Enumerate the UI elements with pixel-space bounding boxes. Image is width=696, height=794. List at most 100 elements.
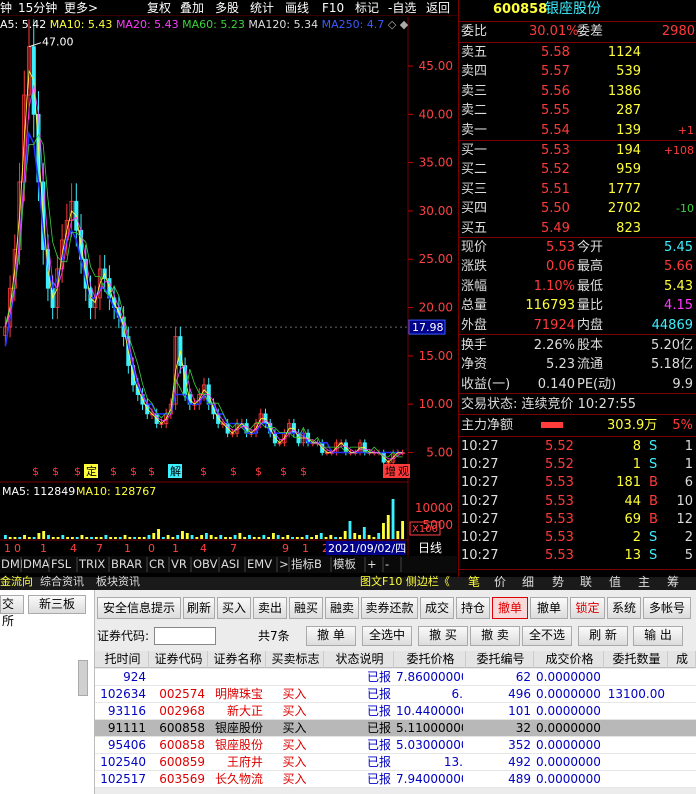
indicator-tab[interactable]: > — [279, 557, 289, 571]
indicator-tab[interactable]: EMV — [247, 557, 272, 571]
trade-toolbar-button[interactable]: 多帐号 — [643, 597, 691, 619]
signal-mark[interactable]: 解 — [170, 464, 181, 478]
market-tab-exchange[interactable]: 交所 — [0, 595, 24, 628]
trade-toolbar-button[interactable]: 锁定 — [570, 597, 605, 619]
filter-code-input[interactable] — [154, 627, 216, 645]
back-button[interactable]: 返回 — [426, 0, 450, 16]
period-15min[interactable]: 15分钟 — [18, 0, 57, 16]
order-action-button[interactable]: 输 出 — [633, 626, 683, 646]
signal-mark[interactable]: $ — [230, 465, 237, 478]
trade-toolbar-button[interactable]: 融买 — [289, 597, 323, 619]
tick-view-tab[interactable]: 笔 — [468, 575, 480, 589]
indicator-tab[interactable]: 模板 — [333, 557, 356, 571]
order-column-header[interactable]: 委托价格 — [396, 651, 466, 668]
indicator-tab[interactable]: BRAR — [111, 557, 142, 571]
indicator-tab[interactable]: VR — [171, 557, 187, 571]
tick-view-tab[interactable]: 细 — [522, 575, 534, 589]
signal-mark[interactable]: $ — [110, 465, 117, 478]
trade-toolbar-button[interactable]: 刷新 — [183, 597, 215, 619]
trade-toolbar-button[interactable]: 撤单 — [530, 597, 568, 619]
info-tab[interactable]: 综合资讯 — [40, 575, 84, 589]
indicator-tab[interactable]: DMI — [1, 557, 23, 571]
multi-stock-button[interactable]: 多股 — [215, 0, 239, 16]
quote-row: 10:27 5.53 44 B 10 — [459, 492, 696, 511]
trade-toolbar-button[interactable]: 成交 — [420, 597, 454, 619]
signal-mark[interactable]: 定 — [86, 464, 97, 478]
signal-mark[interactable]: $ — [200, 465, 207, 478]
signal-mark[interactable]: $ — [52, 465, 59, 478]
order-action-button[interactable]: 全选中 — [362, 626, 412, 646]
signal-mark[interactable]: $ — [74, 465, 81, 478]
period-minute[interactable]: 钟 — [0, 0, 12, 16]
indicator-tab[interactable]: OBV — [193, 557, 218, 571]
order-column-header[interactable]: 状态说明 — [326, 651, 394, 668]
signal-mark[interactable]: $ — [280, 465, 287, 478]
info-tab[interactable]: 金流向 — [0, 575, 33, 589]
order-action-button[interactable]: 刷 新 — [578, 626, 628, 646]
f10-button[interactable]: F10 — [322, 0, 344, 16]
mark-button[interactable]: 标记 — [355, 0, 379, 16]
indicator-tab[interactable]: TRIX — [78, 557, 105, 571]
order-column-header[interactable]: 委托编号 — [468, 651, 534, 668]
ma-toggle-icon[interactable]: ◇ ◆ — [388, 18, 408, 31]
order-action-button[interactable]: 撤 卖 — [470, 626, 520, 646]
trade-toolbar-button[interactable]: 买入 — [217, 597, 251, 619]
indicator-tab[interactable]: CR — [149, 557, 165, 571]
tick-view-tab[interactable]: 主 — [638, 575, 650, 589]
kline-chart[interactable]: 45.00 40.00 35.00 30.00 25.00 20.00 15.00 10.00… — [0, 17, 457, 577]
draw-line-button[interactable]: 画线 — [285, 0, 309, 16]
order-action-button[interactable]: 撤 买 — [418, 626, 468, 646]
order-column-header[interactable]: 托时间 — [97, 651, 149, 668]
order-column-header[interactable]: 证券名称 — [210, 651, 266, 668]
trade-toolbar-button[interactable]: 卖出 — [253, 597, 287, 619]
order-action-button[interactable]: 撤 单 — [306, 626, 356, 646]
indicator-tab[interactable]: FSL — [51, 557, 72, 571]
trade-toolbar-button[interactable]: 持仓 — [456, 597, 490, 619]
volume-bar — [353, 533, 357, 539]
overlay-button[interactable]: 叠加 — [180, 0, 204, 16]
period-label[interactable]: 日线 — [418, 541, 442, 555]
volume-bar — [27, 537, 31, 539]
stats-button[interactable]: 统计 — [250, 0, 274, 16]
signal-mark[interactable]: 观 — [398, 465, 409, 478]
volume-bar — [248, 535, 251, 539]
side-panel-toggle[interactable]: 图文F10 侧边栏《 — [360, 575, 450, 589]
tick-view-tab[interactable]: 势 — [552, 575, 564, 589]
tick-view-tab[interactable]: 价 — [494, 575, 506, 589]
indicator-tab[interactable]: DMA — [23, 557, 50, 571]
market-tab-neeq[interactable]: 新三板 — [28, 595, 86, 614]
order-column-header[interactable]: 证券代码 — [150, 651, 208, 668]
trade-toolbar-button[interactable]: 卖券还款 — [361, 597, 418, 619]
tick-view-tab[interactable]: 联 — [580, 575, 592, 589]
more-periods[interactable]: 更多> — [64, 0, 98, 16]
market-tree-scrollbar[interactable] — [78, 660, 88, 696]
indicator-tab[interactable]: - — [385, 557, 389, 571]
signal-mark[interactable]: $ — [255, 465, 262, 478]
watchlist-button[interactable]: -自选 — [388, 0, 416, 16]
order-column-header[interactable]: 买卖标志 — [268, 651, 324, 668]
order-column-header[interactable]: 委托数量 — [606, 651, 668, 668]
order-cell: 102634 — [100, 687, 146, 701]
trade-toolbar-button[interactable]: 安全信息提示 — [97, 597, 181, 619]
signal-mark[interactable]: $ — [300, 465, 307, 478]
signal-mark[interactable]: $ — [148, 465, 155, 478]
fuquan-button[interactable]: 复权 — [147, 0, 171, 16]
order-action-button[interactable]: 全不选 — [522, 626, 572, 646]
signal-mark[interactable]: $ — [32, 465, 39, 478]
indicator-tab[interactable]: ASI — [221, 557, 240, 571]
date-tick-label: 4 — [70, 542, 77, 555]
trade-toolbar-button[interactable]: 撤单 — [492, 597, 528, 619]
trade-toolbar-button[interactable]: 融卖 — [325, 597, 359, 619]
signal-mark[interactable]: $ — [130, 465, 137, 478]
order-column-header[interactable]: 成 — [669, 651, 696, 668]
trade-toolbar-button[interactable]: 系统 — [607, 597, 641, 619]
tick-view-tab[interactable]: 筹 — [667, 575, 679, 589]
tick-view-tab[interactable]: 值 — [609, 575, 621, 589]
info-tab[interactable]: 板块资讯 — [96, 575, 140, 589]
order-cell: 已报 — [366, 704, 391, 718]
indicator-tab[interactable]: 指标B — [291, 557, 322, 571]
ask-label: 卖三 — [461, 83, 488, 99]
order-column-header[interactable]: 成交价格 — [536, 651, 604, 668]
indicator-tab[interactable]: + — [367, 557, 377, 571]
signal-mark[interactable]: 增 — [385, 464, 396, 478]
